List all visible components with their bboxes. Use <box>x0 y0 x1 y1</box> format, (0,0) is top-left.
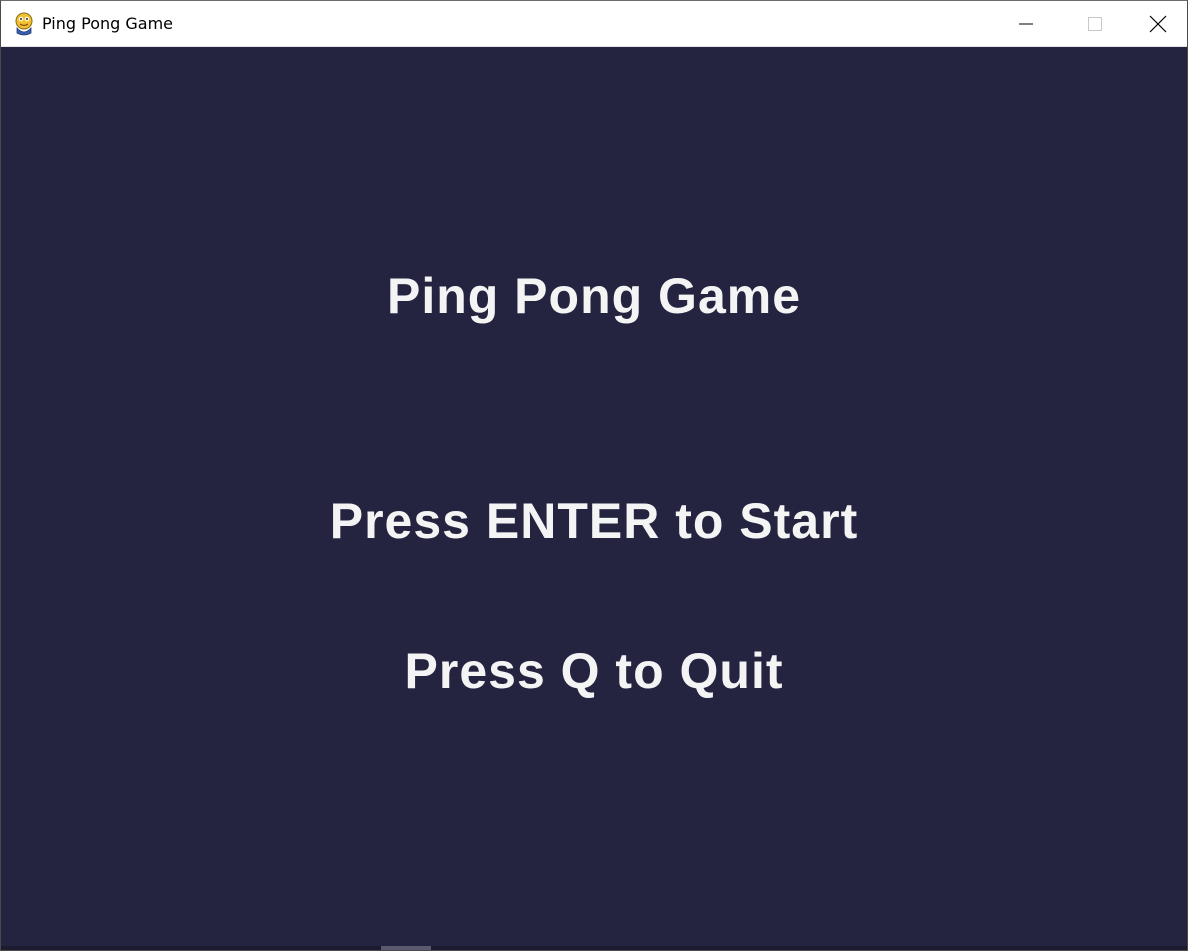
pygame-snake-icon <box>15 12 33 36</box>
title-bar[interactable]: Ping Pong Game <box>1 1 1187 47</box>
game-title: Ping Pong Game <box>386 268 802 324</box>
taskbar-edge <box>1 946 1187 950</box>
game-window: Ping Pong Game Ping Pong Game Press ENTE… <box>0 0 1188 951</box>
minimize-icon <box>1018 23 1033 25</box>
taskbar-tab-indicator <box>381 946 431 950</box>
close-button[interactable] <box>1129 1 1187 47</box>
start-prompt: Press ENTER to Start <box>329 493 859 549</box>
maximize-icon <box>1087 17 1102 31</box>
close-icon <box>1149 15 1167 33</box>
maximize-button[interactable] <box>1060 1 1129 47</box>
window-title: Ping Pong Game <box>42 14 174 33</box>
quit-prompt: Press Q to Quit <box>404 643 784 699</box>
game-canvas[interactable]: Ping Pong Game Press ENTER to Start Pres… <box>1 47 1187 946</box>
minimize-button[interactable] <box>991 1 1060 47</box>
